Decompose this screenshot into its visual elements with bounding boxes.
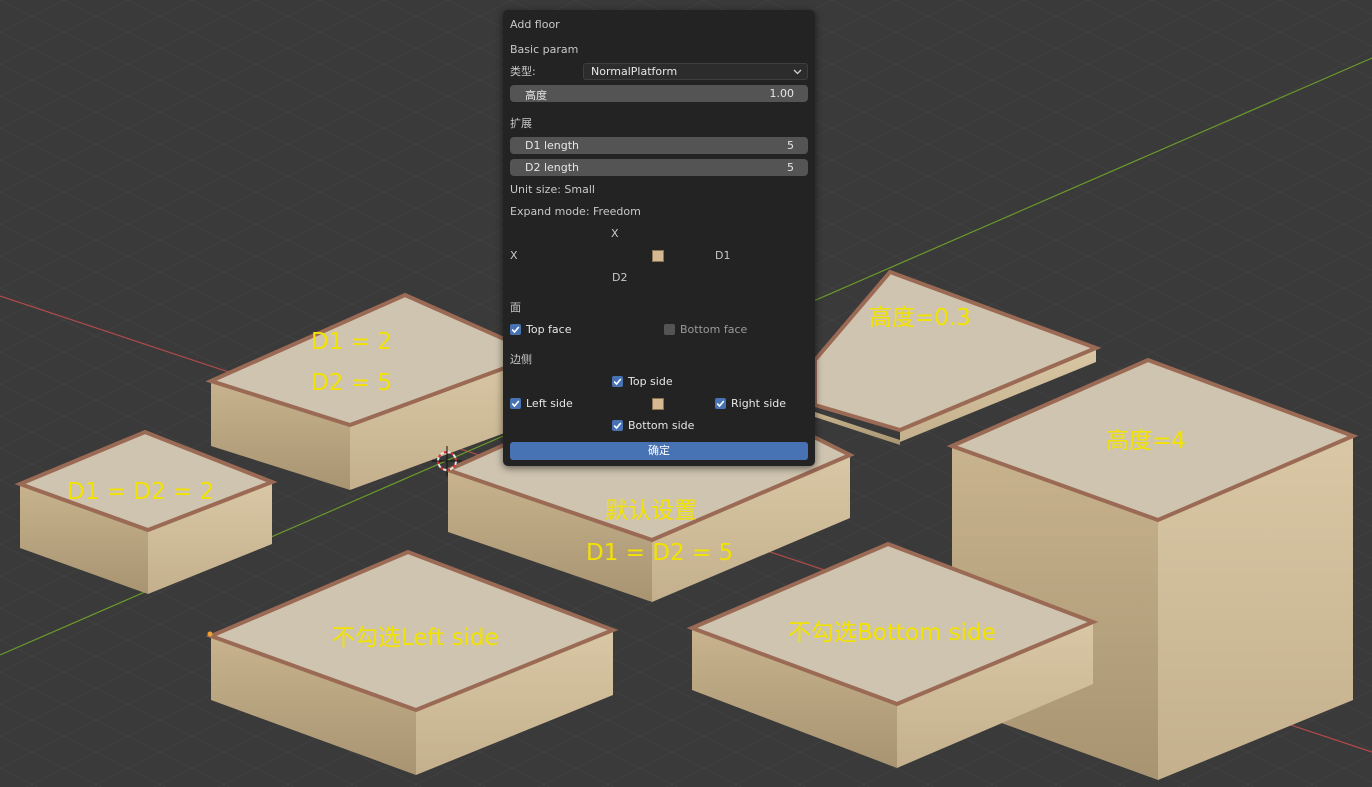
height-label: 高度 <box>525 89 547 102</box>
origin-dot <box>207 631 213 637</box>
left-side-label[interactable]: Left side <box>526 397 573 411</box>
annotation-no-bottom-side: 不勾选Bottom side <box>788 620 996 646</box>
d1-length-field[interactable]: D1 length 5 <box>510 137 808 154</box>
unit-size-text: Unit size: Small <box>510 183 595 196</box>
checkmark-icon <box>716 400 725 408</box>
direction-left-label: X <box>510 249 518 262</box>
checkmark-icon <box>613 378 622 386</box>
panel-title: Add floor <box>510 18 560 31</box>
annotation-height-4: 高度=4 <box>1106 428 1186 454</box>
d1-length-value: 5 <box>787 139 794 152</box>
side-heading: 边侧 <box>510 353 532 366</box>
top-face-label[interactable]: Top face <box>526 323 572 337</box>
d2-length-field[interactable]: D2 length 5 <box>510 159 808 176</box>
expand-heading: 扩展 <box>510 117 532 130</box>
type-select-value: NormalPlatform <box>591 65 678 78</box>
annotation-d1-d2-2: D1 = D2 = 2 <box>67 479 215 505</box>
annotation-d1-2: D1 = 2 <box>311 329 392 355</box>
checkmark-icon <box>511 326 520 334</box>
height-field[interactable]: 高度 1.00 <box>510 85 808 102</box>
side-center-swatch <box>652 398 664 410</box>
annotation-default: 默认设置 <box>605 498 697 524</box>
d2-length-label: D2 length <box>525 161 580 174</box>
expand-mode-text: Expand mode: Freedom <box>510 205 641 218</box>
annotation-no-left-side: 不勾选Left side <box>332 625 499 651</box>
d2-length-value: 5 <box>787 161 794 174</box>
confirm-button[interactable]: 确定 <box>510 442 808 460</box>
annotation-d2-5: D2 = 5 <box>311 370 392 396</box>
type-label: 类型: <box>510 65 536 78</box>
face-heading: 面 <box>510 301 521 314</box>
basic-param-heading: Basic param <box>510 43 579 56</box>
checkmark-icon <box>511 400 520 408</box>
direction-center-swatch <box>652 250 664 262</box>
annotation-height-0-3: 高度=0.3 <box>869 305 971 331</box>
right-side-checkbox[interactable] <box>715 398 726 409</box>
annotation-d1-d2-5: D1 = D2 = 5 <box>586 540 734 566</box>
top-side-label[interactable]: Top side <box>628 375 673 389</box>
top-face-checkbox[interactable] <box>510 324 521 335</box>
top-side-checkbox[interactable] <box>612 376 623 387</box>
left-side-checkbox[interactable] <box>510 398 521 409</box>
bottom-side-label[interactable]: Bottom side <box>628 419 694 433</box>
chevron-down-icon <box>793 69 802 75</box>
checkmark-icon <box>613 422 622 430</box>
bottom-face-checkbox[interactable] <box>664 324 675 335</box>
add-floor-panel: Add floor Basic param 类型: NormalPlatform… <box>503 10 815 466</box>
d1-length-label: D1 length <box>525 139 580 152</box>
bottom-face-label[interactable]: Bottom face <box>680 323 747 337</box>
direction-top-label: X <box>611 227 619 240</box>
direction-bottom-label: D2 <box>612 271 628 284</box>
type-select[interactable]: NormalPlatform <box>583 63 808 80</box>
bottom-side-checkbox[interactable] <box>612 420 623 431</box>
direction-right-label: D1 <box>715 249 731 262</box>
right-side-label[interactable]: Right side <box>731 397 786 411</box>
height-value: 1.00 <box>769 87 795 100</box>
